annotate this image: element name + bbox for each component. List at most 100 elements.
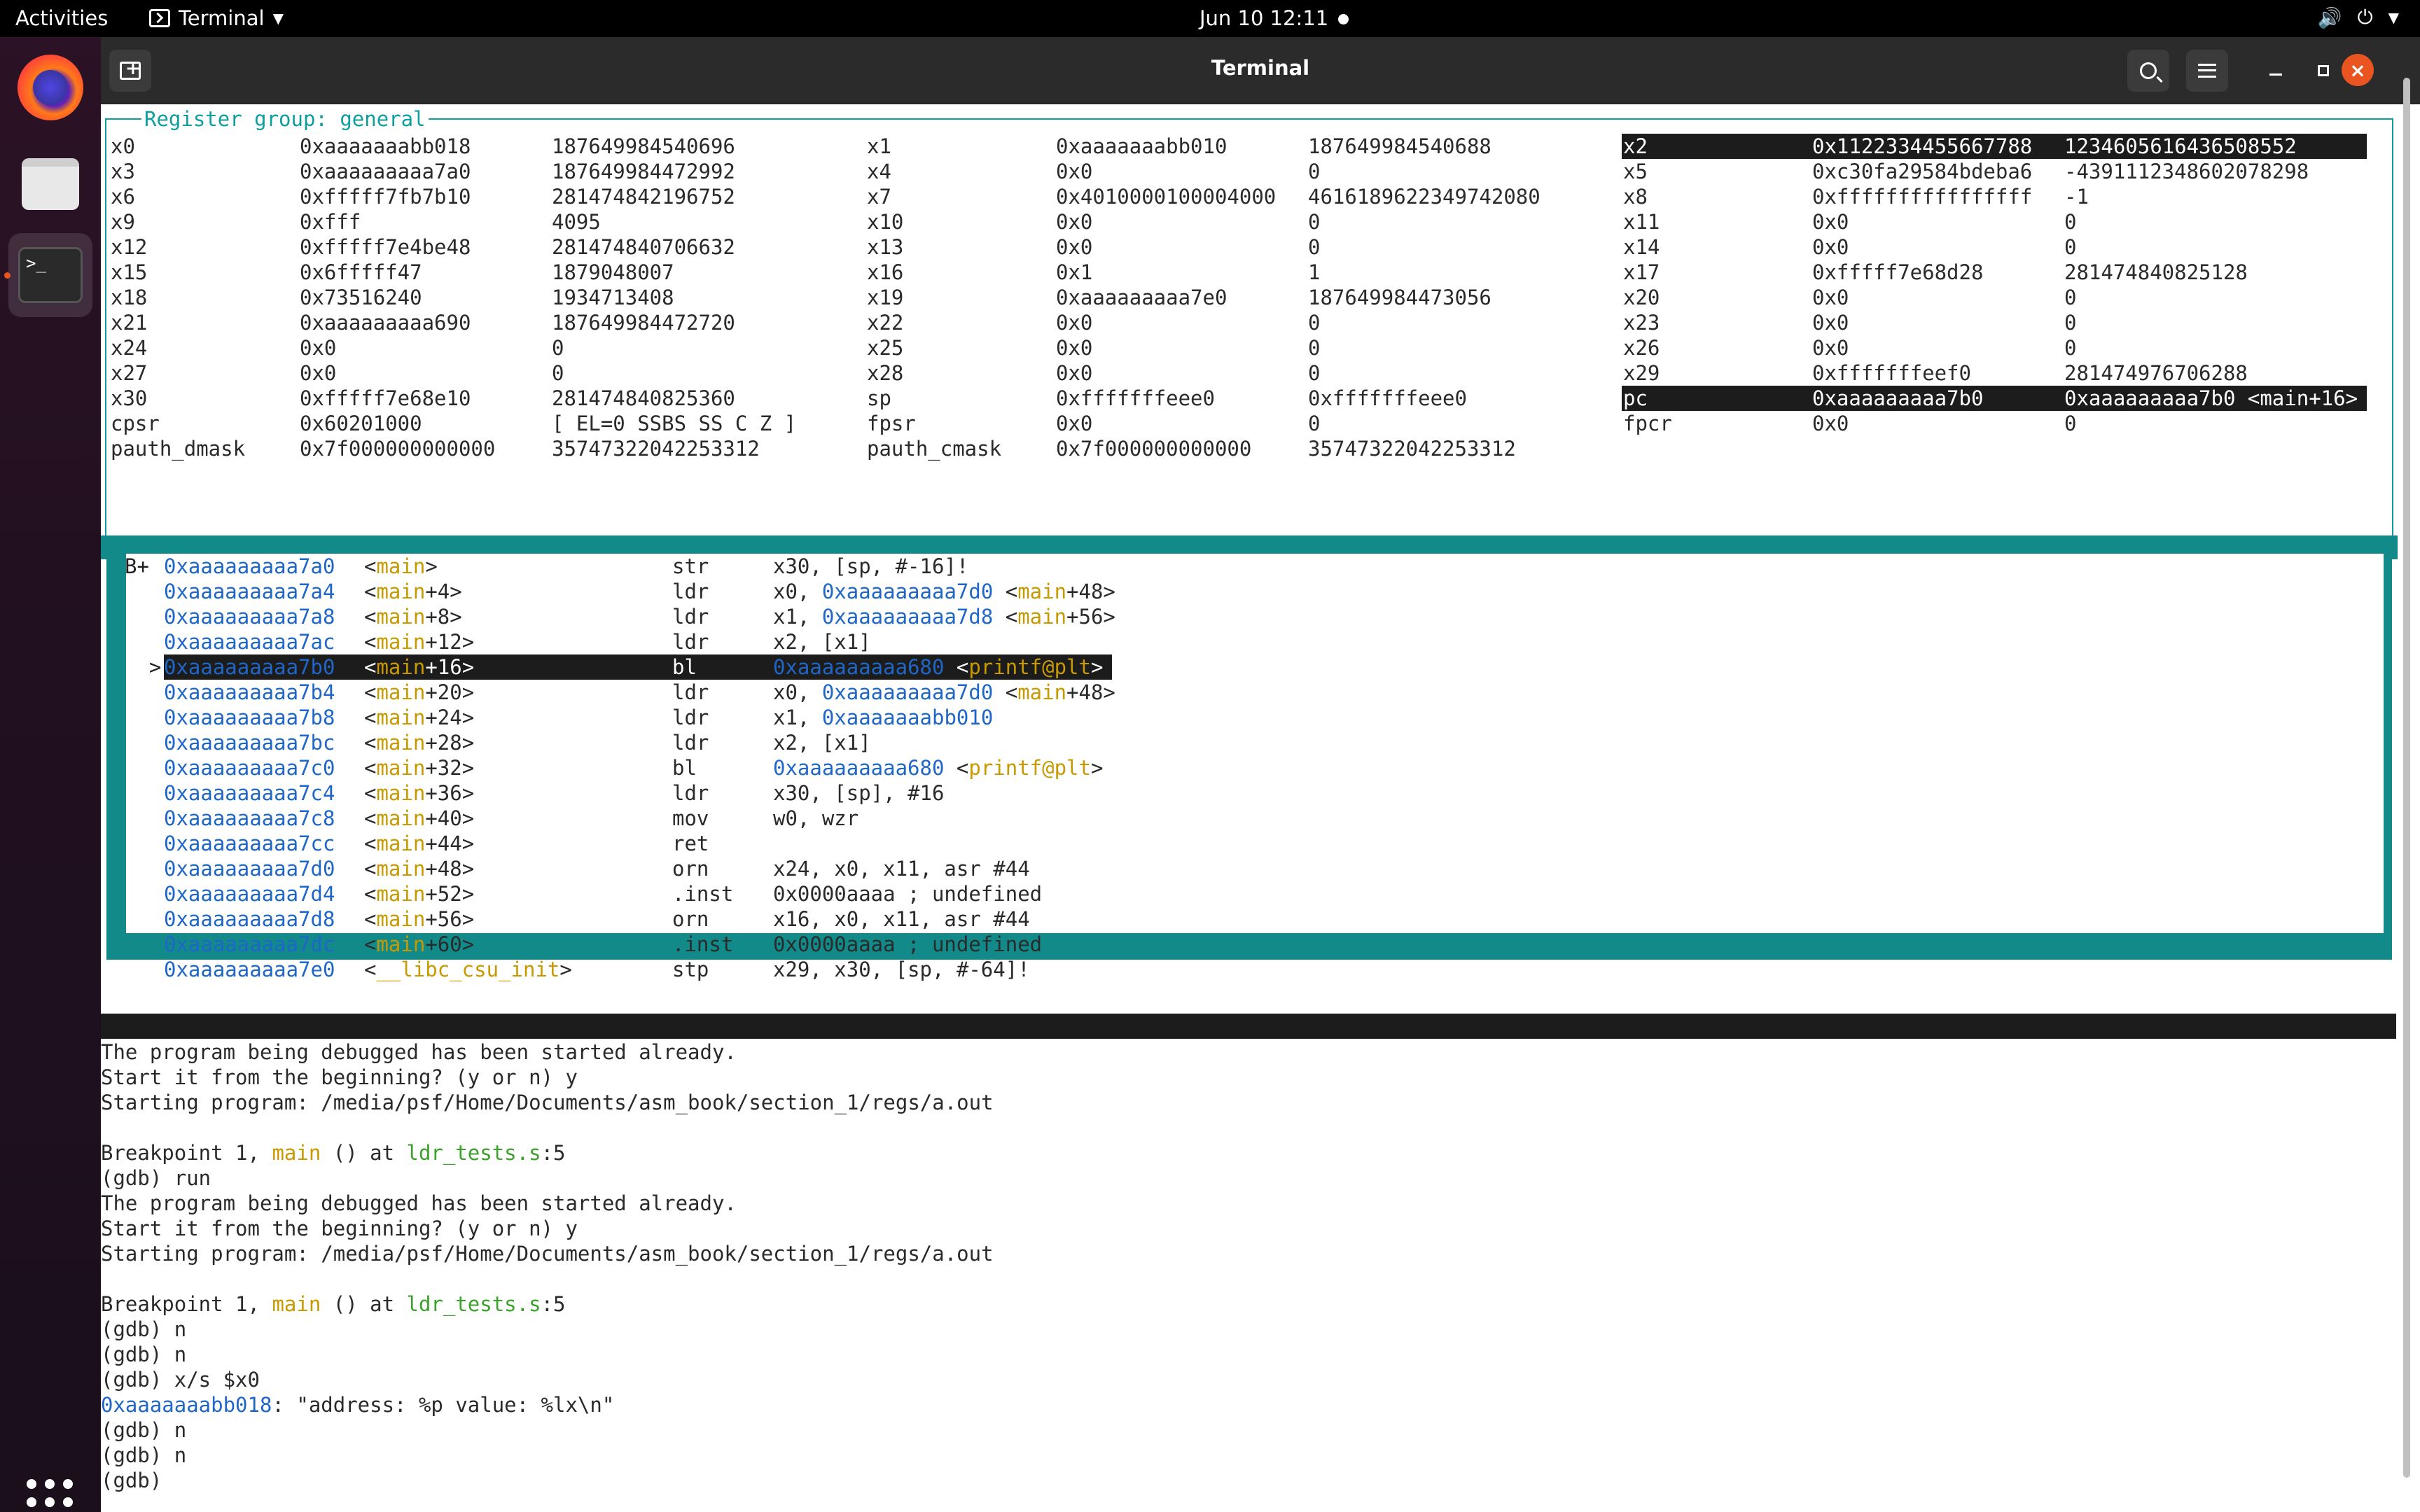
register-name: x21 — [111, 311, 148, 335]
instruction-row[interactable]: 0xaaaaaaaaa7d8 <main+56> orn x16, x0, x11, … — [127, 906, 1248, 932]
operands: x2, [x1] — [773, 630, 871, 654]
app-menu[interactable]: Terminal ▼ — [149, 6, 284, 30]
instruction-row[interactable]: 0xaaaaaaaaa7d4 <main+52> .inst 0x0000aaaa ;… — [127, 881, 1248, 906]
menu-button[interactable] — [2186, 50, 2228, 92]
register-natural-value: 281474976706288 — [2064, 361, 2248, 385]
register-natural-value: 0 — [2064, 412, 2077, 435]
mnemonic: stp — [672, 958, 709, 981]
operands: x0, 0xaaaaaaaaa7d0 <main+48> — [773, 580, 1115, 603]
register-hex-value: 0x0 — [1056, 412, 1093, 435]
register-name: x26 — [1623, 336, 1660, 360]
instruction-address: 0xaaaaaaaaa7bc — [164, 731, 335, 755]
breakpoint-marker — [125, 705, 161, 730]
app-menu-label: Terminal — [179, 6, 265, 30]
instruction-row[interactable]: 0xaaaaaaaaa7d0 <main+48> orn x24, x0, x11, … — [127, 856, 1248, 881]
register-name: fpsr — [867, 412, 916, 435]
mnemonic: ldr — [672, 680, 709, 704]
register-natural-value: 0xfffffffeee0 — [1308, 386, 1467, 410]
minimize-button[interactable] — [2255, 50, 2297, 92]
close-button[interactable]: × — [2342, 54, 2374, 86]
register-name: x4 — [867, 160, 891, 183]
instruction-row[interactable]: 0xaaaaaaaaa7e0 <__libc_csu_init> stp x29, x… — [127, 957, 1248, 982]
top-bar: Activities Terminal ▼ Jun 10 12:11 🔊 ⏻ ▼ — [0, 0, 2420, 37]
volume-icon: 🔊 — [2317, 6, 2342, 29]
function-offset: <main+56> — [364, 907, 475, 931]
register-hex-value: 0xfffff7e4be48 — [300, 235, 471, 259]
function-offset: <main+28> — [364, 731, 475, 755]
dock-terminal[interactable]: >_ — [8, 233, 92, 317]
clock[interactable]: Jun 10 12:11 — [1199, 6, 1328, 30]
instruction-address: 0xaaaaaaaaa7a8 — [164, 605, 335, 629]
mnemonic: mov — [672, 806, 709, 830]
mnemonic: .inst — [672, 882, 734, 906]
register-name: x5 — [1623, 160, 1648, 183]
function-offset: <main+52> — [364, 882, 475, 906]
register-name: x16 — [867, 260, 904, 284]
console-line: Starting program: /media/psf/Home/Docume… — [101, 1091, 994, 1114]
register-row: x21 0xaaaaaaaaa690 187649984472720 x22 0x0 0 x… — [106, 310, 2395, 335]
instruction-address: 0xaaaaaaaaa7a4 — [164, 580, 335, 603]
instruction-row[interactable]: 0xaaaaaaaaa7ac <main+12> ldr x2, [x1] — [127, 629, 1248, 654]
terminal-content[interactable]: Register group: general x0 0xaaaaaaabb018… — [101, 104, 2420, 1512]
function-offset: <main> — [364, 554, 438, 578]
register-natural-value: 1934713408 — [552, 286, 674, 309]
dock: >_ — [0, 37, 101, 1512]
breakpoint-marker — [125, 881, 161, 906]
register-natural-value: 0 — [552, 361, 564, 385]
scrollbar[interactable] — [2403, 78, 2410, 1478]
instruction-row[interactable]: 0xaaaaaaaaa7c4 <main+36> ldr x30, [sp], #16 — [127, 780, 1248, 806]
register-natural-value: 0 — [1308, 160, 1321, 183]
mnemonic: ldr — [672, 580, 709, 603]
breakpoint-marker: > — [125, 655, 162, 679]
operands: 0xaaaaaaaaa680 <printf@plt> — [773, 756, 1104, 780]
register-natural-value: 187649984472992 — [552, 160, 735, 183]
breakpoint-marker: B+ — [125, 554, 162, 578]
system-tray[interactable]: 🔊 ⏻ ▼ — [2318, 6, 2399, 29]
instruction-row[interactable]: 0xaaaaaaaaa7b4 <main+20> ldr x0, 0xaaaaaaaa… — [127, 680, 1248, 705]
instruction-row[interactable]: 0xaaaaaaaaa7dc <main+60> .inst 0x0000aaaa ;… — [127, 932, 1248, 957]
instruction-address: 0xaaaaaaaaa7e0 — [164, 958, 335, 981]
console-line: Start it from the beginning? (y or n) y — [101, 1065, 578, 1089]
terminal-window: Terminal × Register group: general x0 0xa… — [101, 37, 2420, 1512]
instruction-row[interactable]: B+ 0xaaaaaaaaa7a0 <main> str x30, [sp, #-16… — [125, 554, 1248, 579]
breakpoint-marker — [125, 680, 161, 705]
dock-firefox[interactable] — [8, 46, 92, 130]
mnemonic: ldr — [672, 630, 709, 654]
register-hex-value: 0x6fffff47 — [300, 260, 422, 284]
register-natural-value: 0 — [1308, 361, 1321, 385]
register-hex-value: 0x4010000100004000 — [1056, 185, 1277, 209]
instruction-row[interactable]: 0xaaaaaaaaa7c8 <main+40> mov w0, wzr — [127, 806, 1248, 831]
register-name: x13 — [867, 235, 904, 259]
instruction-row[interactable]: 0xaaaaaaaaa7cc <main+44> ret — [127, 831, 1248, 856]
activities-button[interactable]: Activities — [15, 6, 108, 30]
instruction-row[interactable]: 0xaaaaaaaaa7a8 <main+8> ldr x1, 0xaaaaaaaaa… — [127, 604, 1248, 629]
register-natural-value: 4616189622349742080 — [1308, 185, 1541, 209]
register-natural-value: 4095 — [552, 210, 601, 234]
firefox-icon — [18, 55, 83, 120]
instruction-row[interactable]: 0xaaaaaaaaa7b8 <main+24> ldr x1, 0xaaaaaaab… — [127, 705, 1248, 730]
show-apps-icon[interactable] — [27, 1479, 73, 1512]
gdb-console[interactable]: The program being debugged has been star… — [101, 1040, 2412, 1493]
instruction-row[interactable]: 0xaaaaaaaaa7a4 <main+4> ldr x0, 0xaaaaaaaaa… — [127, 579, 1248, 604]
search-icon — [2140, 62, 2157, 79]
console-line: (gdb) x/s $x0 — [101, 1368, 260, 1392]
mnemonic: ldr — [672, 605, 709, 629]
dock-files[interactable] — [8, 142, 92, 226]
mnemonic: str — [672, 554, 709, 578]
search-button[interactable] — [2127, 50, 2169, 92]
maximize-button[interactable] — [2302, 50, 2344, 92]
console-line: Breakpoint 1, main () at ldr_tests.s:5 — [101, 1292, 566, 1316]
chevron-down-icon: ▼ — [2388, 9, 2399, 26]
breakpoint-marker — [125, 806, 161, 831]
instruction-row[interactable]: 0xaaaaaaaaa7bc <main+28> ldr x2, [x1] — [127, 730, 1248, 755]
register-row: x9 0xfff 4095 x10 0x0 0 x11 0x0 0 — [106, 209, 2395, 234]
running-indicator — [4, 272, 11, 279]
function-offset: <main+36> — [364, 781, 475, 805]
current-instruction-row[interactable]: >0xaaaaaaaaa7b0 <main+16> bl 0xaaaaaaaaa680… — [127, 654, 1248, 680]
register-hex-value: 0xaaaaaaaaa7e0 — [1056, 286, 1228, 309]
instruction-row[interactable]: 0xaaaaaaaaa7c0 <main+32> bl 0xaaaaaaaaa680 … — [127, 755, 1248, 780]
register-hex-value: 0x0 — [1812, 336, 1849, 360]
register-row: x0 0xaaaaaaabb018 187649984540696 x1 0xaaaaa… — [106, 134, 2395, 159]
register-natural-value: 0 — [1308, 210, 1321, 234]
function-offset: <main+44> — [364, 832, 475, 855]
